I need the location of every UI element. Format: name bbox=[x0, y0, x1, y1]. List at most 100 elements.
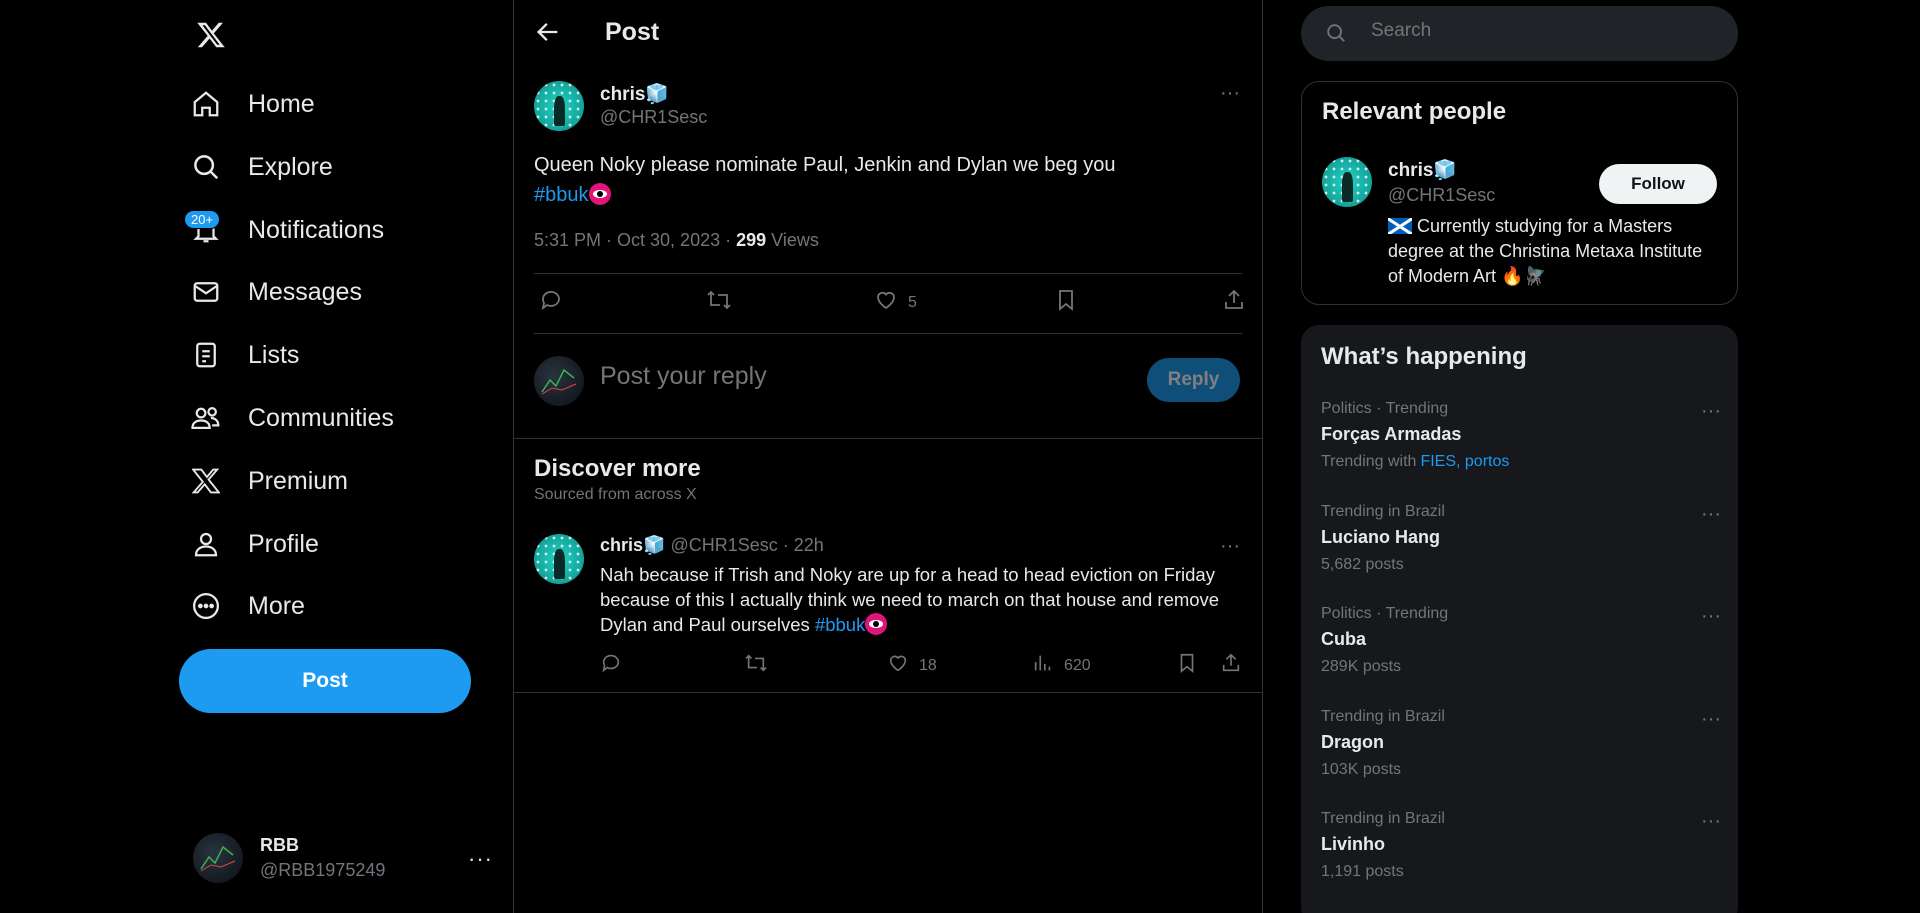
search-box[interactable] bbox=[1301, 6, 1738, 61]
more-horizontal-icon[interactable]: ··· bbox=[468, 846, 493, 872]
hashtag-link[interactable]: #bbuk bbox=[534, 184, 589, 206]
nav-item-notifications[interactable]: 20+ Notifications bbox=[184, 202, 385, 258]
nav-item-messages[interactable]: Messages bbox=[190, 264, 362, 320]
share-action[interactable] bbox=[1222, 288, 1246, 317]
nav-label-explore: Explore bbox=[248, 152, 333, 181]
search-input[interactable] bbox=[1371, 20, 1711, 42]
discover-author-name[interactable]: chris🧊 bbox=[600, 535, 665, 555]
nav-label-premium: Premium bbox=[248, 466, 349, 495]
trend-item[interactable]: Politics · Trending Cuba 289K posts ··· bbox=[1321, 605, 1721, 676]
search-icon bbox=[1325, 22, 1347, 49]
more-horizontal-icon[interactable]: ··· bbox=[1220, 535, 1240, 558]
more-horizontal-icon[interactable]: ··· bbox=[1220, 82, 1240, 105]
more-horizontal-icon[interactable]: ··· bbox=[1701, 400, 1721, 423]
more-horizontal-icon[interactable]: ··· bbox=[1701, 605, 1721, 628]
share-icon bbox=[1222, 288, 1246, 317]
tweet-actions: 5 bbox=[534, 282, 1243, 326]
nav-label-communities: Communities bbox=[248, 403, 394, 432]
nav-item-explore[interactable]: Explore bbox=[190, 139, 333, 195]
communities-icon bbox=[190, 402, 222, 434]
repost-action[interactable] bbox=[706, 288, 732, 317]
avatar[interactable] bbox=[534, 81, 584, 131]
trend-context: Politics · Trending bbox=[1321, 605, 1449, 622]
relevant-person-name[interactable]: chris🧊 bbox=[1388, 158, 1457, 182]
relevant-person-bio: Currently studying for a Masters degree … bbox=[1388, 214, 1708, 289]
whats-happening-title: What’s happening bbox=[1321, 343, 1527, 370]
nav-item-more[interactable]: More bbox=[190, 578, 305, 634]
more-horizontal-icon[interactable]: ··· bbox=[1701, 503, 1721, 526]
reply-button[interactable]: Reply bbox=[1147, 358, 1240, 402]
discover-post-actions: 18 620 bbox=[600, 650, 1245, 680]
trend-item[interactable]: Trending in Brazil Dragon 103K posts ··· bbox=[1321, 708, 1721, 779]
nav-label-messages: Messages bbox=[248, 277, 362, 306]
main-column: Post chris🧊 @CHR1Sesc ··· Queen Noky ple… bbox=[513, 0, 1263, 913]
bookmark-action[interactable] bbox=[1054, 288, 1078, 317]
nav-item-profile[interactable]: Profile bbox=[190, 516, 319, 572]
bell-icon: 20+ bbox=[184, 210, 222, 246]
app-root: Home Explore 20+ Notifications Messages bbox=[0, 0, 1920, 913]
trend-item[interactable]: Trending in Brazil Livinho 1,191 posts ·… bbox=[1321, 810, 1721, 881]
follow-button[interactable]: Follow bbox=[1599, 164, 1717, 204]
more-horizontal-icon[interactable]: ··· bbox=[1701, 708, 1721, 731]
discover-title: Discover more bbox=[534, 455, 701, 482]
trend-post-count: 1,191 posts bbox=[1321, 863, 1404, 880]
nav-label-notifications: Notifications bbox=[248, 215, 385, 244]
trend-name: Dragon bbox=[1321, 732, 1384, 752]
search-icon bbox=[190, 151, 222, 183]
trend-context: Trending in Brazil bbox=[1321, 503, 1445, 520]
discover-author-handle-time[interactable]: @CHR1Sesc · 22h bbox=[665, 535, 823, 555]
account-switcher[interactable]: RBB @RBB1975249 ··· bbox=[193, 830, 493, 886]
repost-action[interactable] bbox=[744, 652, 768, 679]
tweet-author-handle[interactable]: @CHR1Sesc bbox=[600, 107, 707, 128]
discover-post-header: chris🧊 @CHR1Sesc · 22h bbox=[600, 535, 824, 556]
trend-context: Politics · Trending bbox=[1321, 400, 1449, 417]
trend-post-count: 103K posts bbox=[1321, 761, 1402, 778]
right-sidebar: Relevant people chris🧊 @CHR1Sesc Follow … bbox=[1300, 0, 1738, 913]
share-action[interactable] bbox=[1220, 652, 1242, 679]
big-brother-eye-icon bbox=[865, 613, 888, 635]
home-icon bbox=[190, 88, 222, 120]
trend-post-count: 289K posts bbox=[1321, 658, 1402, 675]
like-action[interactable]: 18 bbox=[887, 652, 937, 679]
tweet-meta: 5:31 PM · Oct 30, 2023 · 299 Views bbox=[534, 230, 819, 251]
like-action[interactable]: 5 bbox=[874, 288, 917, 317]
back-arrow-icon[interactable] bbox=[534, 18, 564, 48]
reply-input[interactable] bbox=[600, 362, 1100, 391]
trend-links[interactable]: FIES, portos bbox=[1420, 453, 1509, 470]
more-circle-icon bbox=[190, 590, 222, 622]
nav-item-lists[interactable]: Lists bbox=[190, 327, 299, 383]
tweet-timestamp[interactable]: 5:31 PM · Oct 30, 2023 · bbox=[534, 230, 736, 250]
x-logo-icon[interactable] bbox=[190, 14, 232, 56]
nav-item-premium[interactable]: Premium bbox=[190, 453, 348, 509]
more-horizontal-icon[interactable]: ··· bbox=[1701, 810, 1721, 833]
reply-action[interactable] bbox=[600, 652, 622, 679]
relevant-person-handle[interactable]: @CHR1Sesc bbox=[1388, 185, 1495, 206]
hashtag-link[interactable]: #bbuk bbox=[815, 614, 865, 635]
like-count: 18 bbox=[919, 656, 937, 674]
views-action[interactable]: 620 bbox=[1032, 652, 1091, 679]
trend-item[interactable]: Trending in Brazil Luciano Hang 5,682 po… bbox=[1321, 503, 1721, 574]
analytics-icon bbox=[1032, 652, 1054, 679]
tweet-author-name[interactable]: chris🧊 bbox=[600, 82, 669, 106]
trend-item[interactable]: Politics · Trending Forças Armadas Trend… bbox=[1321, 400, 1721, 471]
bio-text: Currently studying for a Masters degree … bbox=[1388, 216, 1703, 286]
reply-action[interactable] bbox=[539, 288, 563, 317]
trend-name: Cuba bbox=[1321, 629, 1366, 649]
post-header: Post bbox=[514, 0, 1262, 66]
mail-icon bbox=[190, 276, 222, 308]
repost-icon bbox=[706, 288, 732, 317]
bookmark-action[interactable] bbox=[1176, 652, 1198, 679]
nav-item-communities[interactable]: Communities bbox=[190, 390, 394, 446]
list-icon bbox=[190, 339, 222, 371]
bookmark-icon bbox=[1054, 288, 1078, 317]
trend-post-count: 5,682 posts bbox=[1321, 556, 1404, 573]
avatar[interactable] bbox=[1322, 157, 1372, 207]
share-icon bbox=[1220, 652, 1242, 679]
views-label: Views bbox=[766, 230, 819, 250]
trend-subtext: Trending with FIES, portos bbox=[1321, 453, 1721, 471]
nav-item-home[interactable]: Home bbox=[190, 76, 315, 132]
discover-post-body: Nah because if Trish and Noky are up for… bbox=[600, 564, 1220, 635]
avatar[interactable] bbox=[534, 534, 584, 584]
avatar bbox=[193, 833, 243, 883]
post-button[interactable]: Post bbox=[179, 649, 471, 713]
